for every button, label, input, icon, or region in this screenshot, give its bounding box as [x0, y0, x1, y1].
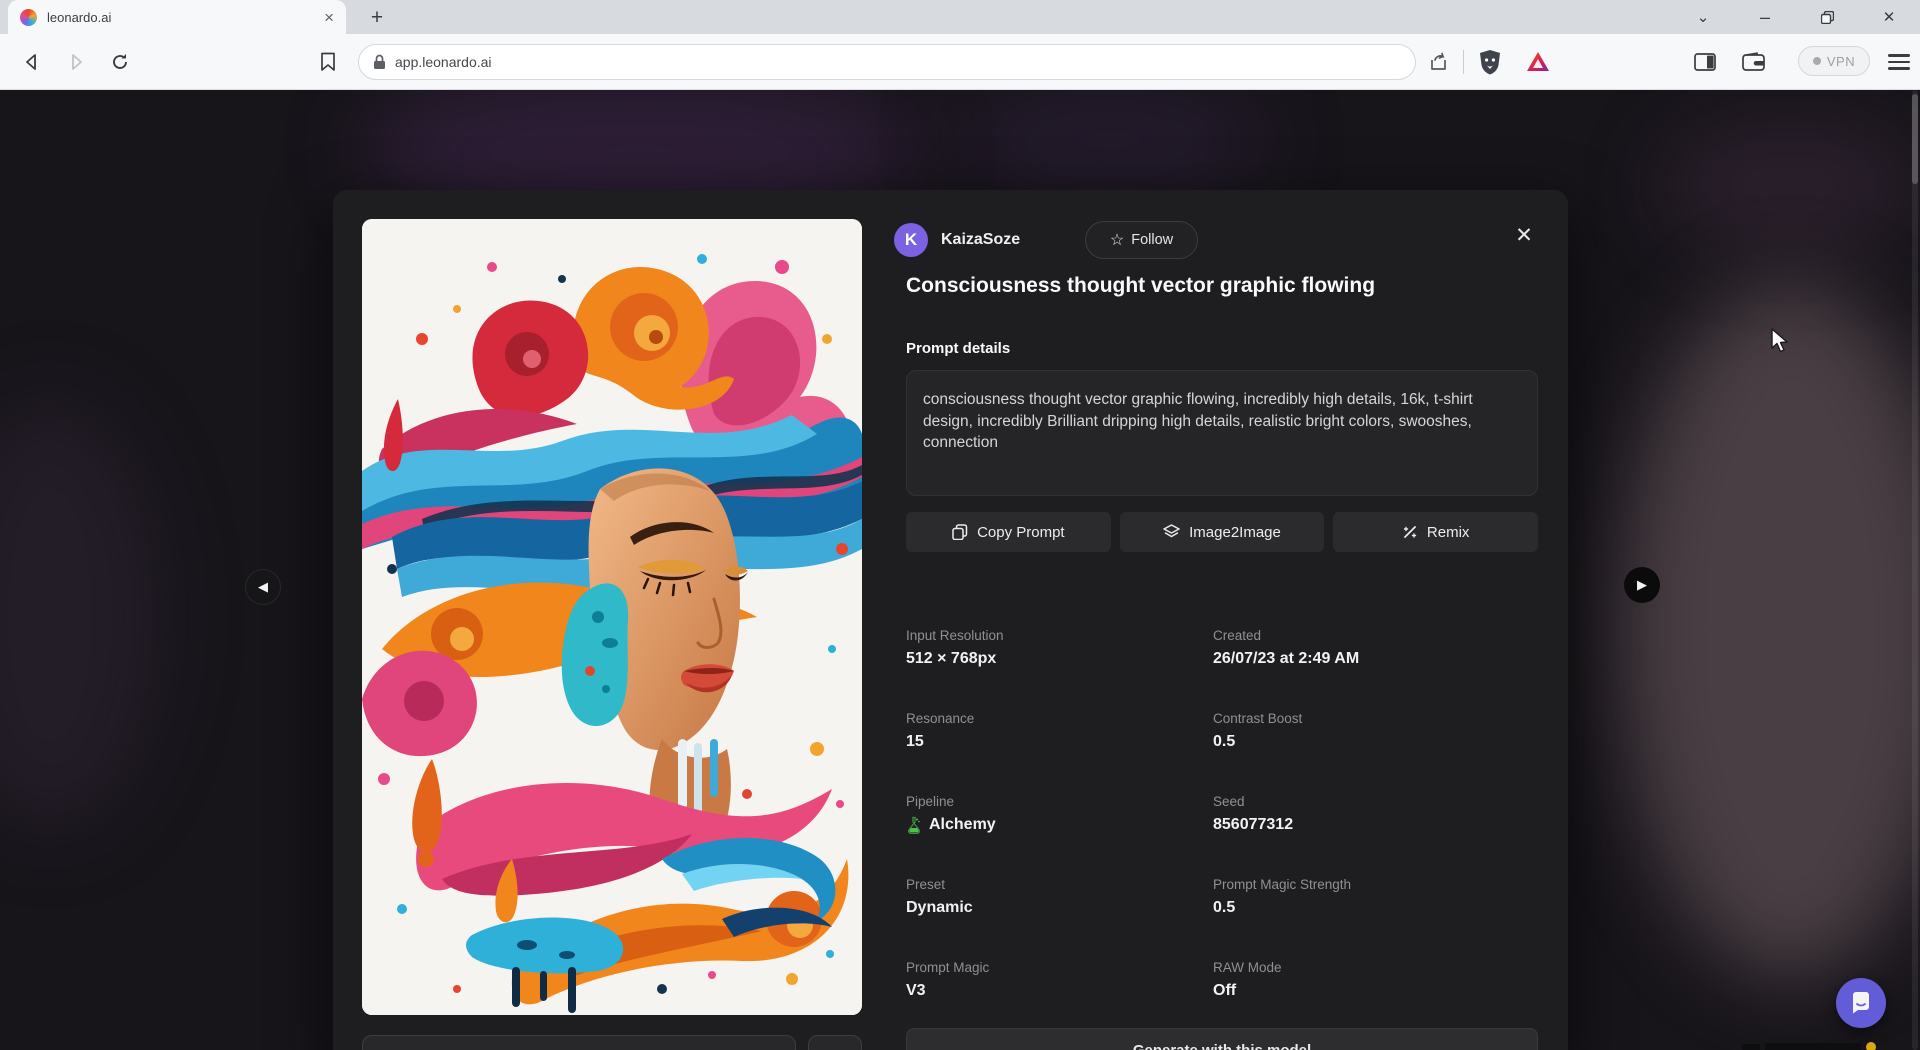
prev-arrow-icon: ◀ — [258, 579, 268, 595]
prompt-action-row: Copy Prompt Image2Image Remix — [906, 512, 1538, 552]
image2image-label: Image2Image — [1189, 524, 1281, 541]
image2image-button[interactable]: Image2Image — [1120, 512, 1325, 552]
pipeline-value: Alchemy — [929, 816, 996, 834]
tab-title: leonardo.ai — [47, 10, 314, 25]
brave-shield-icon[interactable] — [1478, 49, 1502, 75]
detail-raw-mode: RAW Mode Off — [1213, 960, 1513, 1000]
star-icon: ☆ — [1110, 230, 1124, 250]
close-modal-button[interactable]: ✕ — [1509, 220, 1539, 250]
address-bar[interactable]: app.leonardo.ai — [358, 44, 1416, 80]
copy-prompt-button[interactable]: Copy Prompt — [906, 512, 1111, 552]
minimize-button[interactable]: – — [1734, 0, 1796, 34]
generated-image[interactable] — [362, 219, 862, 1015]
url-text: app.leonardo.ai — [395, 54, 492, 70]
new-tab-button[interactable]: + — [364, 5, 390, 31]
partial-watermark — [1742, 1042, 1876, 1050]
bookmark-icon[interactable] — [320, 52, 336, 72]
close-window-button[interactable]: ✕ — [1858, 0, 1920, 34]
lock-icon — [373, 54, 386, 70]
alchemy-flask-icon — [906, 816, 922, 834]
artwork-illustration — [362, 219, 862, 1015]
remix-label: Remix — [1427, 524, 1470, 541]
browser-window: leonardo.ai × + ⌄ – ✕ — [0, 0, 1920, 1050]
detail-prompt-magic: Prompt Magic V3 — [906, 960, 1206, 1000]
page-scrollbar[interactable] — [1912, 90, 1918, 1050]
wallet-icon[interactable] — [1742, 52, 1766, 72]
detail-input-resolution: Input Resolution 512 × 768px — [906, 628, 1206, 668]
share-icon[interactable] — [1428, 51, 1450, 73]
menu-icon[interactable] — [1888, 51, 1910, 73]
backdrop-next-image-blur — [1620, 280, 1920, 980]
layers-icon — [1163, 524, 1180, 540]
author-name[interactable]: KaizaSoze — [941, 231, 1020, 249]
backdrop-glow — [1660, 120, 1920, 250]
toolbar-divider — [1463, 50, 1464, 74]
restore-icon — [1821, 11, 1834, 24]
detail-contrast-boost: Contrast Boost 0.5 — [1213, 711, 1513, 751]
detail-prompt-magic-strength: Prompt Magic Strength 0.5 — [1213, 877, 1513, 917]
tab-close-icon[interactable]: × — [324, 9, 334, 26]
vpn-button[interactable]: VPN — [1798, 46, 1870, 76]
prompt-details-heading: Prompt details — [906, 340, 1010, 357]
detail-resonance: Resonance 15 — [906, 711, 1206, 751]
backdrop-glow — [950, 90, 1270, 200]
generation-title: Consciousness thought vector graphic flo… — [906, 274, 1546, 298]
image-action-square-partial[interactable] — [808, 1035, 862, 1050]
window-controls: ⌄ – ✕ — [1672, 0, 1920, 34]
page-scrollbar-thumb[interactable] — [1912, 94, 1918, 184]
browser-tab[interactable]: leonardo.ai × — [8, 0, 346, 34]
bat-rewards-icon[interactable] — [1525, 50, 1551, 74]
tab-search-chevron-icon[interactable]: ⌄ — [1672, 0, 1734, 34]
follow-button[interactable]: ☆ Follow — [1085, 221, 1198, 259]
forward-button[interactable] — [66, 52, 86, 72]
restore-button[interactable] — [1796, 0, 1858, 34]
follow-label: Follow — [1131, 232, 1173, 248]
copy-prompt-label: Copy Prompt — [977, 524, 1065, 541]
remix-wand-icon — [1402, 524, 1418, 540]
generate-with-model-button[interactable]: Generate with this model — [906, 1028, 1538, 1050]
prompt-text-box[interactable]: consciousness thought vector graphic flo… — [906, 370, 1538, 496]
copy-icon — [952, 524, 968, 540]
detail-created: Created 26/07/23 at 2:49 AM — [1213, 628, 1513, 668]
tab-strip: leonardo.ai × + ⌄ – ✕ — [0, 0, 1920, 34]
sidebar-panel-icon[interactable] — [1694, 53, 1716, 71]
previous-image-button[interactable]: ◀ — [245, 569, 281, 605]
backdrop-glow — [0, 400, 160, 830]
detail-preset: Preset Dynamic — [906, 877, 1206, 917]
vpn-status-dot — [1813, 57, 1821, 65]
detail-seed: Seed 856077312 — [1213, 794, 1513, 834]
generation-detail-modal: K KaizaSoze ☆ Follow ✕ Consciousness tho… — [333, 190, 1568, 1050]
vpn-label: VPN — [1827, 54, 1855, 69]
detail-pipeline: Pipeline Alchemy — [906, 794, 1206, 834]
image-actions-bar-partial[interactable] — [362, 1035, 796, 1050]
remix-button[interactable]: Remix — [1333, 512, 1538, 552]
back-button[interactable] — [22, 52, 42, 72]
mouse-cursor — [1770, 328, 1792, 359]
support-chat-button[interactable] — [1836, 978, 1886, 1028]
chat-bubble-icon — [1849, 991, 1873, 1015]
site-favicon — [20, 9, 37, 26]
avatar[interactable]: K — [894, 223, 928, 257]
next-arrow-icon: ▶ — [1637, 577, 1647, 593]
next-image-button[interactable]: ▶ — [1624, 567, 1660, 603]
browser-toolbar: app.leonardo.ai VPN — [0, 34, 1920, 90]
reload-button[interactable] — [110, 52, 130, 72]
